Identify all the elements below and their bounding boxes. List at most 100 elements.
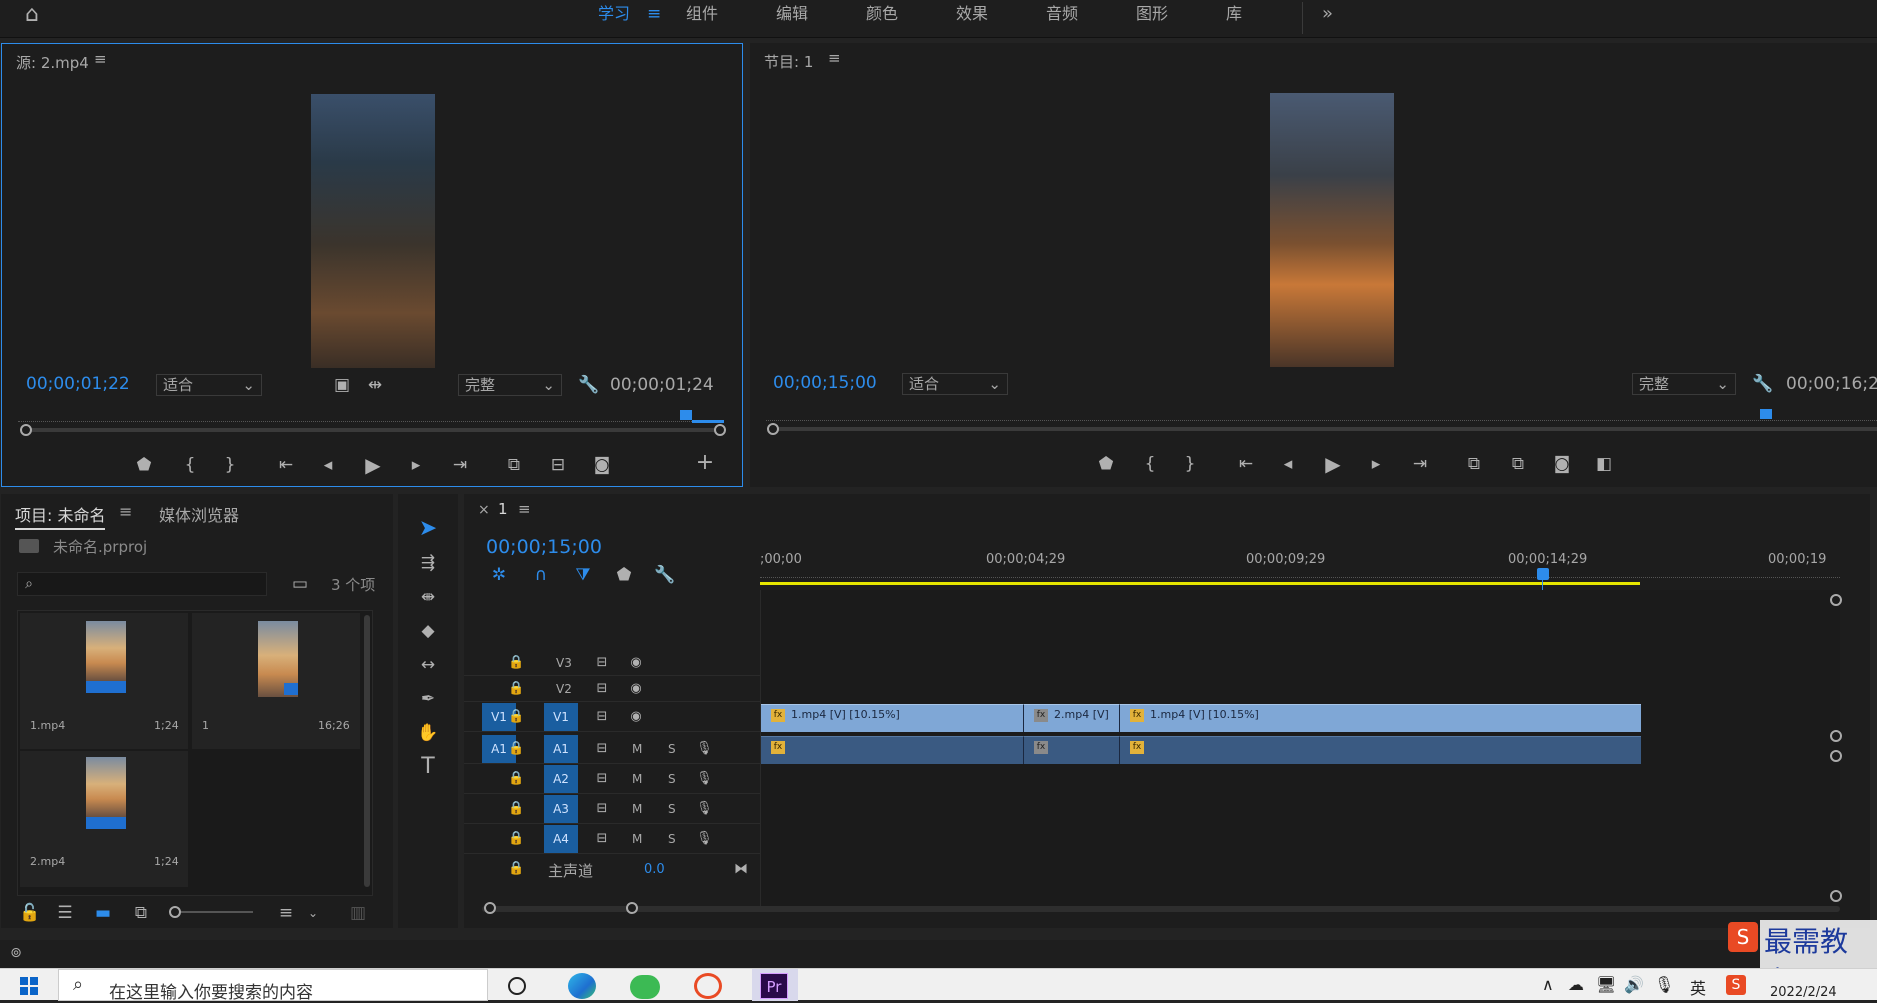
network-icon[interactable]: 🖥 bbox=[1596, 975, 1616, 994]
sync-status-icon[interactable]: ⊚ bbox=[6, 942, 26, 964]
windows-start-icon[interactable] bbox=[20, 977, 38, 995]
workspace-graphics[interactable]: 图形 bbox=[1136, 0, 1168, 28]
lift-icon[interactable]: ⧉ bbox=[1462, 453, 1486, 475]
freeform-view-icon[interactable]: ⧉ bbox=[129, 902, 153, 924]
sync-lock-icon[interactable]: ⊟ bbox=[594, 706, 610, 728]
eye-icon[interactable]: ◉ bbox=[628, 678, 644, 700]
cortana-icon[interactable] bbox=[508, 977, 526, 995]
play-icon[interactable]: ▶ bbox=[362, 454, 384, 476]
project-menu-icon[interactable]: ≡ bbox=[119, 502, 132, 521]
source-quality-select[interactable]: 完整 ⌄ bbox=[458, 374, 562, 396]
overwrite-icon[interactable]: ⊟ bbox=[546, 454, 570, 476]
sync-lock-icon[interactable]: ⊟ bbox=[594, 738, 610, 760]
taskbar-search-box[interactable]: ⌕ 在这里输入你要搜索的内容 bbox=[58, 969, 488, 1003]
sort-icon[interactable]: ≡ bbox=[275, 902, 297, 924]
lock-icon[interactable]: 🔒 bbox=[508, 798, 524, 820]
ime-indicator[interactable]: 英 bbox=[1690, 975, 1706, 999]
lock-icon[interactable]: 🔒 bbox=[508, 858, 524, 880]
audio-clip[interactable]: fx bbox=[1119, 736, 1641, 764]
type-tool-icon[interactable]: T bbox=[414, 756, 442, 778]
zoom-handle-left[interactable] bbox=[767, 423, 779, 435]
track-target-a4[interactable]: A4 bbox=[544, 825, 578, 853]
track-select-tool-icon[interactable]: ⇶ bbox=[414, 552, 442, 574]
work-area-bar[interactable] bbox=[760, 582, 1640, 585]
wrench-icon[interactable]: 🔧 bbox=[1752, 373, 1774, 395]
program-fit-select[interactable]: 适合 ⌄ bbox=[902, 373, 1008, 395]
list-view-icon[interactable]: ☰ bbox=[53, 902, 77, 924]
mute-button[interactable]: M bbox=[632, 802, 642, 816]
eye-icon[interactable]: ◉ bbox=[628, 706, 644, 728]
insert-icon[interactable]: ⧉ bbox=[502, 454, 526, 476]
mark-out-icon[interactable]: } bbox=[220, 454, 240, 476]
wechat-icon[interactable] bbox=[630, 975, 660, 999]
edge-icon[interactable] bbox=[568, 973, 596, 999]
add-button-icon[interactable]: + bbox=[694, 452, 716, 474]
mute-button[interactable]: M bbox=[632, 772, 642, 786]
lock-icon[interactable]: 🔓 bbox=[19, 902, 40, 924]
source-ruler[interactable] bbox=[18, 414, 724, 422]
tab-project[interactable]: 项目: 未命名 bbox=[15, 502, 106, 530]
close-tab-icon[interactable]: × bbox=[478, 502, 490, 518]
sogou-ime-icon[interactable]: S bbox=[1726, 975, 1746, 995]
go-to-out-icon[interactable]: ⇥ bbox=[448, 454, 472, 476]
eye-icon[interactable]: ◉ bbox=[628, 652, 644, 674]
project-search-input[interactable] bbox=[17, 572, 267, 596]
solo-button[interactable]: S bbox=[668, 772, 676, 786]
mark-out-icon[interactable]: } bbox=[1180, 453, 1200, 475]
home-icon[interactable]: ⌂ bbox=[20, 4, 44, 26]
solo-button[interactable]: S bbox=[668, 832, 676, 846]
microphone-icon[interactable]: 🎙 bbox=[696, 738, 713, 760]
workspace-menu-icon[interactable]: ≡ bbox=[647, 0, 661, 28]
zoom-handle-left[interactable] bbox=[20, 424, 32, 436]
video-clip[interactable]: fx 2.mp4 [V] bbox=[1023, 704, 1119, 732]
program-quality-select[interactable]: 完整 ⌄ bbox=[1632, 373, 1736, 395]
vertical-zoom-handle[interactable] bbox=[1830, 750, 1842, 762]
microphone-icon[interactable]: 🎙 bbox=[1654, 975, 1674, 994]
step-forward-icon[interactable]: ▸ bbox=[406, 454, 426, 476]
camera-icon[interactable]: ◙ bbox=[592, 454, 612, 476]
vertical-zoom-handle[interactable] bbox=[1830, 594, 1842, 606]
lock-icon[interactable]: 🔒 bbox=[508, 828, 524, 850]
step-back-icon[interactable]: ◂ bbox=[1278, 453, 1298, 475]
step-back-icon[interactable]: ◂ bbox=[318, 454, 338, 476]
more-workspaces-icon[interactable]: » bbox=[1322, 0, 1333, 28]
sync-lock-icon[interactable]: ⊟ bbox=[594, 678, 610, 700]
wrench-icon[interactable]: 🔧 bbox=[578, 374, 600, 396]
zoom-slider-handle[interactable] bbox=[169, 906, 181, 918]
camera-icon[interactable]: ◙ bbox=[1552, 453, 1572, 475]
tray-chevron-icon[interactable]: ∧ bbox=[1542, 975, 1554, 994]
source-fit-select[interactable]: 适合 ⌄ bbox=[156, 374, 262, 396]
workspace-audio[interactable]: 音频 bbox=[1046, 0, 1078, 28]
workspace-effects[interactable]: 效果 bbox=[956, 0, 988, 28]
video-clip[interactable]: fx 1.mp4 [V] [10.15%] bbox=[761, 704, 1023, 732]
mute-button[interactable]: M bbox=[632, 742, 642, 756]
program-playhead[interactable] bbox=[1760, 409, 1772, 419]
premiere-taskbar-button[interactable]: Pr bbox=[752, 969, 798, 1001]
workspace-assembly[interactable]: 组件 bbox=[686, 0, 718, 28]
sequence-tab[interactable]: 1 bbox=[498, 500, 508, 518]
workspace-learn[interactable]: 学习 bbox=[598, 0, 630, 28]
play-icon[interactable]: ▶ bbox=[1322, 453, 1344, 475]
scroll-handle-left[interactable] bbox=[484, 902, 496, 914]
go-to-in-icon[interactable]: ⇤ bbox=[1234, 453, 1258, 475]
go-to-sequence-end-icon[interactable]: ⧓ bbox=[732, 858, 750, 880]
project-item[interactable]: 2.mp4 1;24 bbox=[20, 751, 188, 887]
tab-media-browser[interactable]: 媒体浏览器 bbox=[159, 502, 239, 526]
lock-icon[interactable]: 🔒 bbox=[508, 768, 524, 790]
project-item[interactable]: 1 16;26 bbox=[192, 613, 360, 749]
zoom-handle-right[interactable] bbox=[714, 424, 726, 436]
go-to-out-icon[interactable]: ⇥ bbox=[1408, 453, 1432, 475]
snap-icon[interactable]: ∩ bbox=[530, 564, 552, 586]
hand-tool-icon[interactable]: ✋ bbox=[414, 722, 442, 744]
workspace-libraries[interactable]: 库 bbox=[1226, 0, 1242, 28]
go-to-in-icon[interactable]: ⇤ bbox=[274, 454, 298, 476]
solo-button[interactable]: S bbox=[668, 802, 676, 816]
source-title[interactable]: 源: 2.mp4 bbox=[16, 52, 89, 73]
track-target-v1[interactable]: V1 bbox=[544, 703, 578, 731]
app-icon[interactable] bbox=[694, 973, 722, 999]
project-scrollbar[interactable] bbox=[364, 615, 370, 887]
automate-icon[interactable]: ▥ bbox=[347, 902, 369, 924]
audio-clip[interactable]: fx bbox=[1023, 736, 1119, 764]
pen-tool-icon[interactable]: ✒ bbox=[414, 688, 442, 710]
program-timecode[interactable]: 00;00;15;00 bbox=[773, 373, 877, 393]
